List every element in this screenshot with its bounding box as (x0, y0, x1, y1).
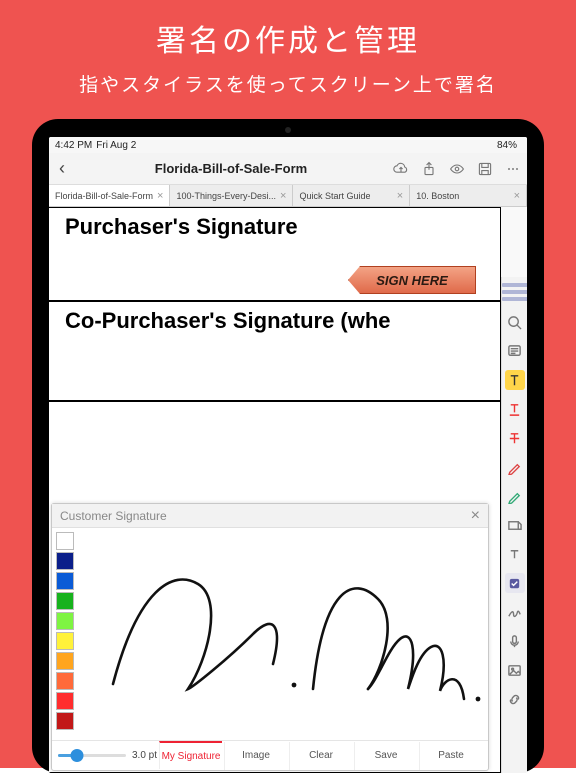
textbox-tool-icon[interactable] (505, 544, 525, 564)
app-header: ‹ Florida-Bill-of-Sale-Form (49, 153, 527, 185)
my-signature-button[interactable]: My Signature (159, 741, 222, 769)
battery-label: 84% (497, 140, 517, 151)
tab-close-icon[interactable]: × (514, 190, 520, 202)
strikeout-tool-icon[interactable] (505, 428, 525, 448)
color-swatch[interactable] (56, 552, 74, 570)
tab-label: Florida-Bill-of-Sale-Form (55, 191, 153, 201)
tablet-frame: 4:42 PM Fri Aug 2 84% ‹ Florida-Bill-of-… (32, 119, 544, 773)
pencil-tool-icon[interactable] (505, 457, 525, 477)
stroke-width-slider[interactable] (58, 754, 126, 757)
tab-0[interactable]: Florida-Bill-of-Sale-Form × (49, 185, 170, 206)
promo-title: 署名の作成と管理 (156, 16, 420, 60)
sign-here-badge[interactable]: SIGN HERE (348, 266, 476, 294)
tab-label: Quick Start Guide (299, 191, 370, 201)
signature-panel-close-icon[interactable]: × (471, 507, 480, 525)
purchaser-signature-label: Purchaser's Signature (65, 214, 298, 240)
color-swatch[interactable] (56, 572, 74, 590)
tab-label: 10. Boston (416, 191, 459, 201)
paste-button[interactable]: Paste (419, 742, 482, 770)
tool-rail (501, 277, 527, 773)
tab-1[interactable]: 100-Things-Every-Desi... × (170, 185, 293, 206)
tab-close-icon[interactable]: × (280, 190, 286, 202)
stamp-tool-icon[interactable] (505, 573, 525, 593)
highlight-tool-icon[interactable] (505, 370, 525, 390)
color-swatch[interactable] (56, 532, 74, 550)
signature-panel-title: Customer Signature (60, 509, 167, 523)
document-area[interactable]: Purchaser's Signature SIGN HERE Co-Purch… (49, 207, 527, 773)
back-button[interactable]: ‹ (55, 158, 69, 179)
mic-tool-icon[interactable] (505, 631, 525, 651)
link-tool-icon[interactable] (505, 689, 525, 709)
save-button[interactable]: Save (354, 742, 417, 770)
color-swatch[interactable] (56, 612, 74, 630)
tab-label: 100-Things-Every-Desi... (176, 191, 276, 201)
document-title: Florida-Bill-of-Sale-Form (77, 161, 385, 176)
color-palette (52, 528, 78, 740)
promo-subtitle: 指やスタイラスを使ってスクリーン上で署名 (79, 70, 497, 97)
status-date: Fri Aug 2 (96, 140, 136, 151)
cloud-upload-icon[interactable] (393, 161, 409, 177)
signature-canvas[interactable] (78, 528, 488, 740)
tab-close-icon[interactable]: × (157, 190, 163, 202)
tab-bar: Florida-Bill-of-Sale-Form × 100-Things-Ev… (49, 185, 527, 207)
stroke-width-control: 3.0 pt (58, 750, 157, 761)
co-purchaser-signature-label: Co-Purchaser's Signature (whe (65, 308, 391, 334)
underline-tool-icon[interactable] (505, 399, 525, 419)
view-icon[interactable] (449, 161, 465, 177)
color-swatch[interactable] (56, 592, 74, 610)
more-icon[interactable] (505, 161, 521, 177)
color-swatch[interactable] (56, 632, 74, 650)
shape-tool-icon[interactable] (505, 515, 525, 535)
image-button[interactable]: Image (224, 742, 287, 770)
image-tool-icon[interactable] (505, 660, 525, 680)
status-bar: 4:42 PM Fri Aug 2 84% (49, 137, 527, 153)
pen-tool-icon[interactable] (505, 486, 525, 506)
status-time: 4:42 PM (55, 140, 92, 151)
color-swatch[interactable] (56, 712, 74, 730)
camera-dot (285, 127, 291, 133)
signature-tool-icon[interactable] (505, 602, 525, 622)
search-tool-icon[interactable] (505, 312, 525, 332)
signature-panel-footer: 3.0 pt My Signature Image Clear Save Pas… (52, 740, 488, 770)
tab-close-icon[interactable]: × (397, 190, 403, 202)
rail-handle-icon[interactable] (502, 283, 528, 301)
color-swatch[interactable] (56, 692, 74, 710)
tab-2[interactable]: Quick Start Guide × (293, 185, 410, 206)
color-swatch[interactable] (56, 652, 74, 670)
tablet-screen: 4:42 PM Fri Aug 2 84% ‹ Florida-Bill-of-… (49, 137, 527, 773)
save-icon[interactable] (477, 161, 493, 177)
color-swatch[interactable] (56, 672, 74, 690)
signature-panel: Customer Signature × (51, 503, 489, 771)
note-tool-icon[interactable] (505, 341, 525, 361)
clear-button[interactable]: Clear (289, 742, 352, 770)
co-purchaser-signature-field: Co-Purchaser's Signature (whe (49, 302, 500, 402)
purchaser-signature-field: Purchaser's Signature SIGN HERE (49, 208, 500, 302)
stroke-width-label: 3.0 pt (132, 750, 157, 761)
tab-3[interactable]: 10. Boston × (410, 185, 527, 206)
share-icon[interactable] (421, 161, 437, 177)
